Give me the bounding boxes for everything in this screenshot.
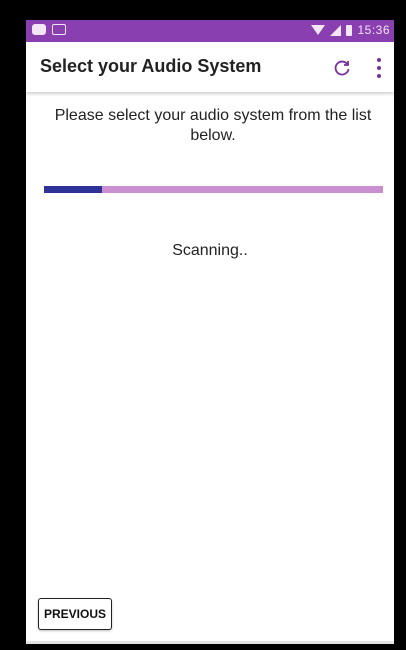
battery-icon (346, 24, 353, 36)
bottom-divider (26, 641, 394, 644)
previous-button[interactable]: PREVIOUS (38, 598, 112, 630)
signal-icon (330, 24, 342, 36)
status-time: 15:36 (357, 23, 390, 37)
status-bar: 15:36 (26, 20, 394, 42)
page-title: Select your Audio System (40, 56, 262, 76)
app-screen: 15:36 Select your Audio System Please se… (26, 20, 394, 644)
scan-progress-fill (44, 186, 102, 193)
instructions-text: Please select your audio system from the… (54, 107, 372, 144)
wifi-icon (311, 25, 326, 35)
refresh-icon[interactable] (332, 58, 352, 78)
scan-progress-bar (44, 186, 383, 193)
notification-icons (32, 24, 66, 35)
more-options-icon[interactable] (376, 58, 382, 78)
app-bar: Select your Audio System (26, 42, 394, 92)
message-icon (32, 24, 46, 35)
gmail-icon (52, 24, 66, 35)
scanning-status: Scanning.. (172, 242, 248, 259)
system-icons: 15:36 (311, 23, 390, 37)
